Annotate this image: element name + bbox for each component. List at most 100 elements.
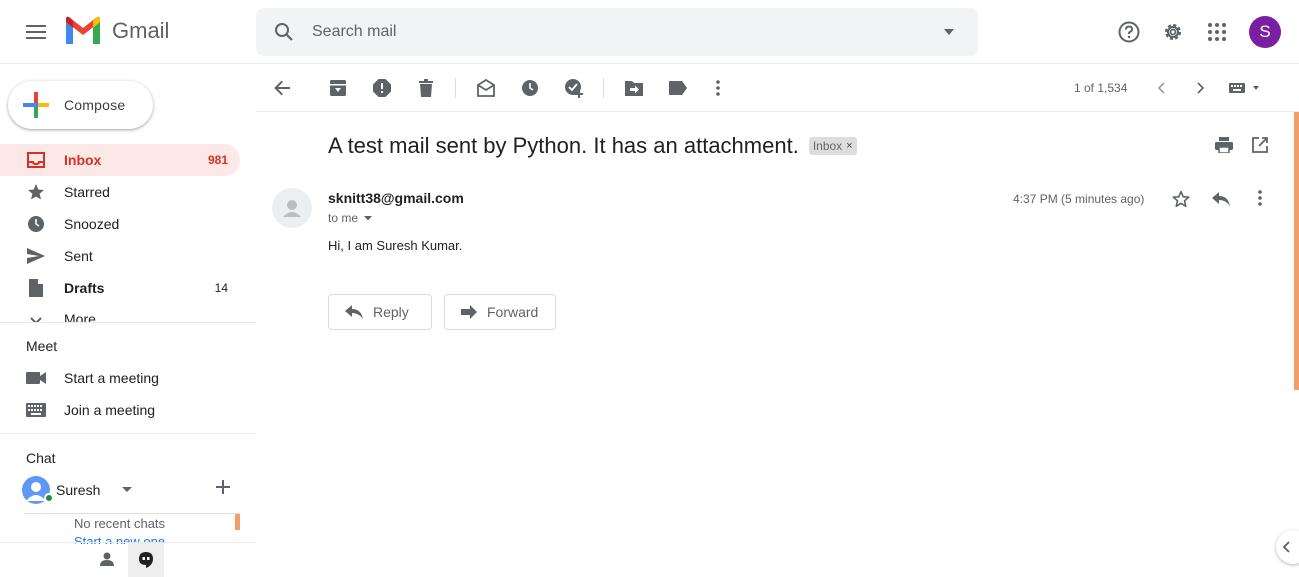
reply-label: Reply (373, 304, 409, 320)
video-camera-icon (26, 372, 46, 384)
no-chats-text: No recent chats (74, 516, 166, 531)
delete-button[interactable] (406, 68, 446, 108)
chat-user-name: Suresh (56, 482, 101, 498)
no-chats-panel: No recent chats Start a new one (24, 513, 240, 544)
keyboard-icon (1229, 83, 1259, 93)
more-options-button[interactable] (698, 68, 738, 108)
sidebar-item-label: Snoozed (64, 216, 120, 232)
reply-button[interactable] (1212, 192, 1230, 206)
toolbar-separator (455, 78, 456, 98)
report-spam-icon (373, 79, 391, 97)
start-meeting-label: Start a meeting (64, 370, 159, 386)
support-button[interactable] (1109, 12, 1149, 52)
sender-email[interactable]: sknitt38@gmail.com (328, 190, 464, 206)
recipients-row[interactable]: to me (328, 211, 373, 225)
chevron-down-icon (122, 487, 133, 492)
forward-action-button[interactable]: Forward (444, 294, 556, 330)
message-time: 4:37 PM (5 minutes ago) (1013, 192, 1145, 206)
apps-button[interactable] (1197, 12, 1237, 52)
star-button[interactable] (1172, 190, 1190, 208)
older-button[interactable] (1181, 68, 1221, 108)
print-icon (1215, 137, 1233, 153)
chat-tab[interactable] (128, 543, 164, 577)
send-icon (27, 248, 45, 264)
labels-button[interactable] (658, 68, 698, 108)
search-input[interactable]: Search mail (312, 23, 920, 41)
next-icon (1197, 82, 1205, 94)
add-task-icon (565, 79, 583, 98)
snooze-icon (522, 80, 538, 96)
open-new-window-icon (1252, 137, 1268, 153)
help-icon (1118, 21, 1140, 43)
inbox-icon (27, 152, 45, 168)
archive-icon (330, 80, 346, 96)
drafts-count: 14 (214, 281, 228, 295)
new-chat-button[interactable] (216, 480, 230, 494)
newer-button[interactable] (1141, 68, 1181, 108)
account-avatar[interactable]: S (1249, 16, 1281, 48)
delete-icon (419, 79, 433, 97)
settings-button[interactable] (1153, 12, 1193, 52)
message-body: Hi, I am Suresh Kumar. (328, 238, 463, 253)
draft-icon (29, 279, 43, 297)
main-menu-button[interactable] (14, 12, 58, 52)
contacts-tab[interactable] (100, 552, 114, 566)
clock-icon (28, 216, 44, 232)
chat-user-status[interactable]: Suresh (22, 476, 133, 504)
plus-icon (216, 480, 230, 494)
forward-label: Forward (487, 304, 539, 320)
sidebar-item-label: Starred (64, 184, 110, 200)
gmail-logo-link[interactable]: Gmail (64, 16, 169, 46)
sidebar-item-starred[interactable]: Starred (0, 176, 240, 208)
sidebar-item-sent[interactable]: Sent (0, 240, 240, 272)
apps-icon (1208, 23, 1226, 41)
online-status-dot (44, 493, 54, 503)
divider (0, 433, 256, 434)
label-chip-text: Inbox (812, 139, 843, 153)
back-button[interactable] (262, 68, 302, 108)
move-to-button[interactable] (614, 68, 654, 108)
main-scrollbar[interactable] (1294, 112, 1299, 390)
unread-count: 981 (207, 153, 228, 167)
chat-scrollbar[interactable] (235, 514, 240, 530)
app-name: Gmail (112, 18, 170, 43)
gmail-logo (66, 16, 100, 44)
search-button[interactable] (256, 22, 312, 42)
sidebar-item-label: Inbox (64, 152, 102, 168)
top-header: Gmail Search mail S (0, 0, 1299, 64)
compose-button[interactable]: Compose (8, 81, 153, 129)
chat-section-title: Chat (26, 450, 56, 466)
search-bar[interactable]: Search mail (256, 8, 978, 56)
sidebar-item-label: More (64, 311, 96, 322)
archive-button[interactable] (318, 68, 358, 108)
star-icon (28, 184, 44, 200)
print-all-button[interactable] (1215, 137, 1233, 153)
snooze-button[interactable] (510, 68, 550, 108)
message-more-button[interactable] (1258, 190, 1262, 206)
add-to-tasks-button[interactable] (554, 68, 594, 108)
sidebar-item-drafts[interactable]: Drafts 14 (0, 272, 240, 304)
reply-icon (345, 305, 363, 319)
sidebar-item-more[interactable]: More (0, 304, 240, 322)
settings-icon (1165, 24, 1181, 40)
compose-plus-icon (23, 92, 49, 118)
forward-icon (461, 305, 477, 319)
sender-avatar (272, 188, 312, 228)
mark-unread-button[interactable] (466, 68, 506, 108)
report-spam-button[interactable] (362, 68, 402, 108)
input-tools-button[interactable] (1224, 68, 1264, 108)
search-options-button[interactable] (920, 29, 978, 35)
sidebar-item-label: Sent (64, 248, 93, 264)
move-to-icon (625, 81, 643, 96)
remove-label-button[interactable]: × (846, 140, 852, 152)
join-meeting-item[interactable]: Join a meeting (0, 394, 240, 426)
sidebar-item-label: Drafts (64, 280, 105, 296)
inbox-label-chip[interactable]: Inbox × (808, 137, 857, 155)
back-icon (274, 80, 290, 96)
reply-action-button[interactable]: Reply (328, 294, 432, 330)
open-new-window-button[interactable] (1252, 137, 1268, 153)
sidebar-item-inbox[interactable]: Inbox 981 (0, 144, 240, 176)
sidebar-item-snoozed[interactable]: Snoozed (0, 208, 240, 240)
chevron-down-icon[interactable] (364, 215, 373, 221)
start-meeting-item[interactable]: Start a meeting (0, 362, 240, 394)
